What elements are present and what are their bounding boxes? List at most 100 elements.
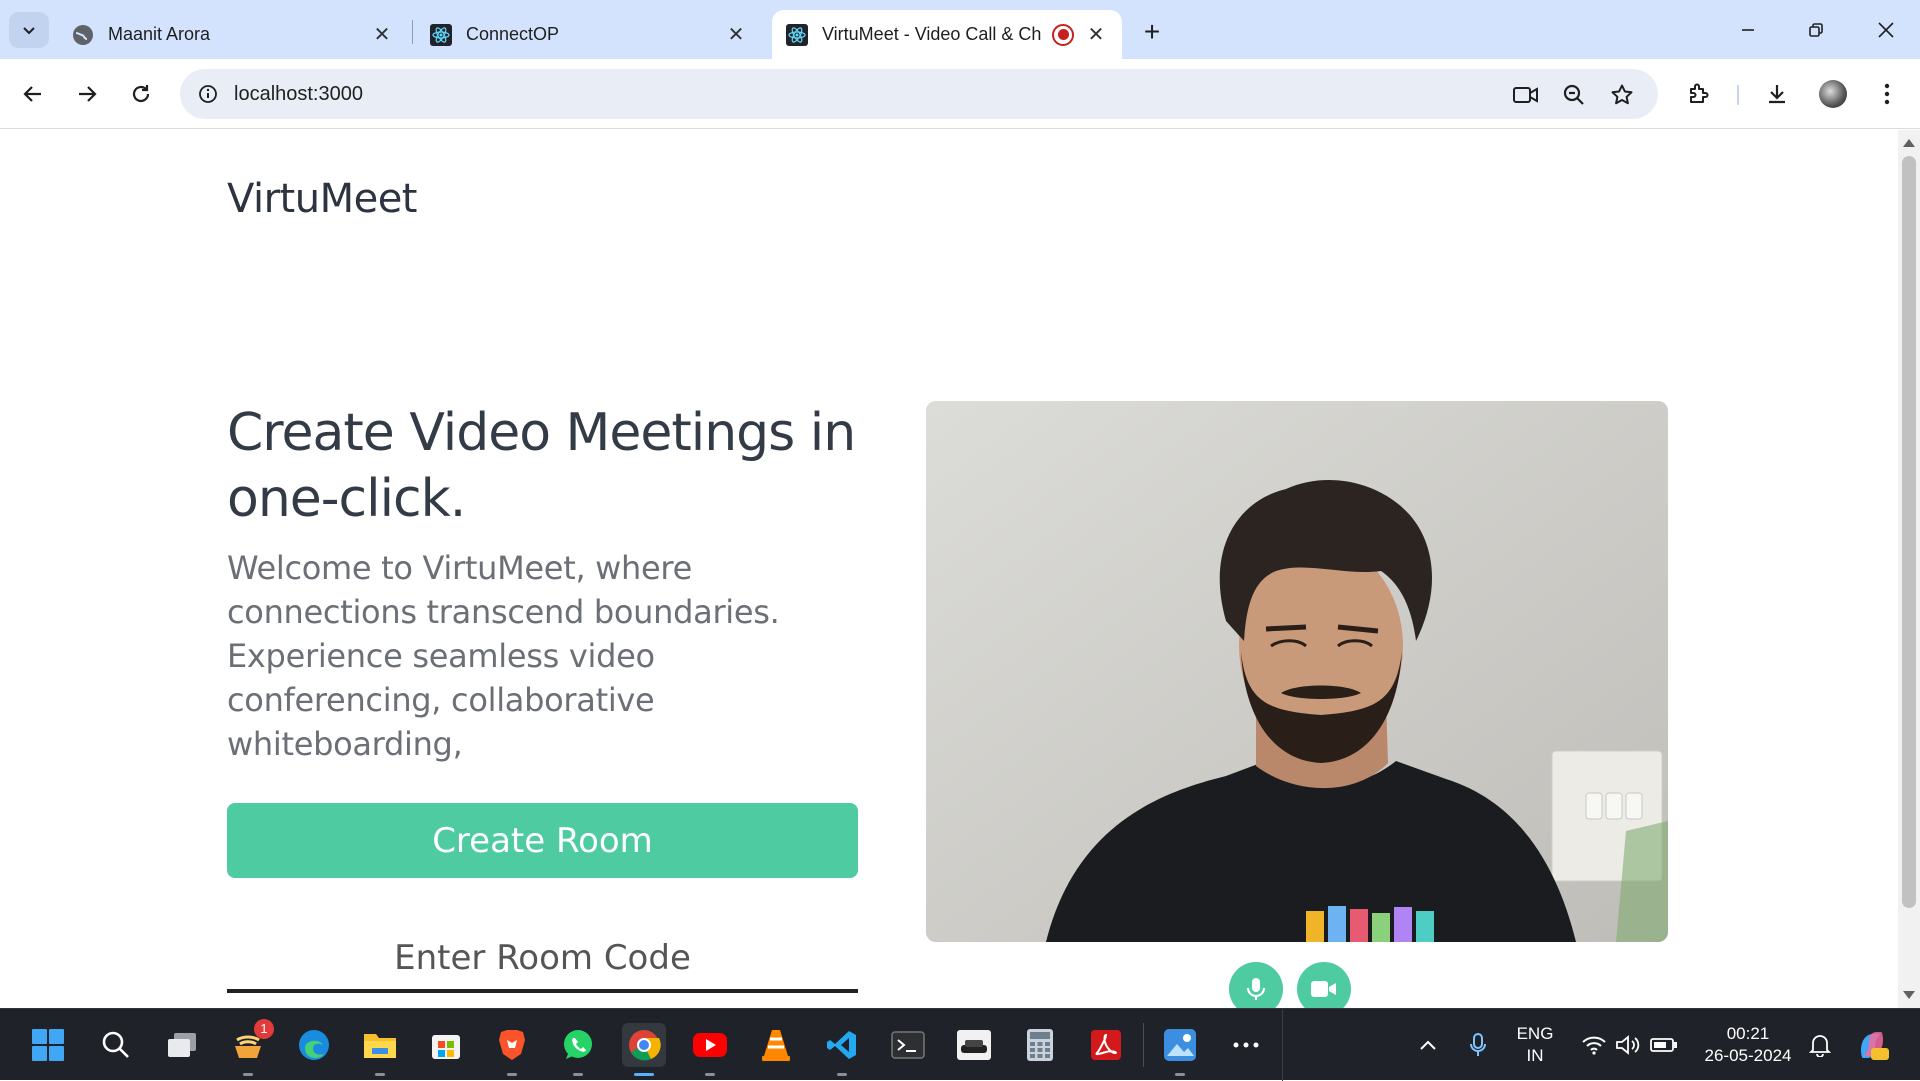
kebab-menu-icon [1884,83,1890,105]
camera-toggle-button[interactable] [1297,962,1351,1008]
browser-menu-button[interactable] [1868,75,1906,113]
wifi-icon[interactable] [1576,1023,1612,1067]
language-code: ENG [1516,1024,1554,1043]
downloads-button[interactable] [1758,75,1796,113]
cloud-app-icon[interactable]: 1 [226,1019,274,1076]
more-icon[interactable] [1224,1023,1268,1067]
recording-icon [1052,23,1074,46]
whatsapp-icon[interactable] [556,1023,600,1076]
extensions-button[interactable] [1680,75,1718,113]
tab-title: VirtuMeet - Video Call & Ch [822,24,1042,44]
chrome-icon[interactable] [622,1023,666,1076]
acrobat-icon[interactable] [1084,1023,1128,1067]
puzzle-icon [1690,83,1709,103]
restore-icon [1809,23,1823,37]
tab-virtumeet[interactable]: VirtuMeet - Video Call & Ch ✕ [772,10,1122,59]
tab-maanit-arora[interactable]: Maanit Arora ✕ [58,10,408,59]
show-hidden-icons-chevron-up-icon[interactable] [1408,1023,1448,1067]
running-indicator [705,1073,715,1076]
zoom-icon[interactable] [1560,81,1588,109]
minimize-button[interactable] [1720,8,1776,52]
url-input[interactable] [234,77,1134,111]
browser-toolbar [0,59,1920,129]
scroll-down-arrow-icon[interactable] [1903,991,1915,999]
restore-button[interactable] [1788,8,1844,52]
arrow-right-icon [79,86,97,102]
time: 00:21 [1726,1024,1770,1043]
back-button[interactable] [14,75,52,113]
running-indicator [1175,1073,1185,1076]
notification-badge: 1 [254,1019,274,1039]
close-tab-icon[interactable]: ✕ [724,23,748,47]
close-tab-icon[interactable]: ✕ [370,23,394,47]
tab-divider [412,20,413,44]
forward-button[interactable] [68,75,106,113]
brave-icon[interactable] [490,1023,534,1076]
edge-icon[interactable] [292,1023,336,1067]
video-camera-icon [1311,981,1336,997]
photos-icon[interactable] [1158,1023,1202,1076]
windows-taskbar: 1 ENG IN 00:21 26-05-2024 [0,1008,1920,1081]
running-indicator [837,1073,847,1076]
address-bar[interactable] [180,69,1658,119]
notification-bell-icon[interactable] [1802,1023,1838,1067]
close-tab-icon[interactable]: ✕ [1084,23,1108,47]
microphone-tray-icon[interactable] [1458,1023,1498,1067]
running-indicator [375,1073,385,1076]
globe-icon [72,24,94,46]
minimize-icon [1742,29,1754,31]
page-scrollbar[interactable] [1898,130,1920,1008]
start-icon[interactable] [26,1023,70,1067]
running-indicator [507,1073,517,1076]
site-info-icon[interactable] [194,80,222,108]
game-app-icon[interactable] [952,1023,996,1067]
calculator-icon[interactable] [1018,1023,1062,1067]
youtube-icon[interactable] [688,1023,732,1076]
bookmark-star-icon[interactable] [1608,81,1636,109]
file-explorer-icon[interactable] [358,1023,402,1076]
room-code-input[interactable] [227,927,858,993]
volume-icon[interactable] [1610,1023,1646,1067]
tab-strip: Maanit Arora ✕ ConnectOP ✕ VirtuMeet - V… [0,0,1920,59]
tab-title: ConnectOP [466,24,560,44]
reload-button[interactable] [122,75,160,113]
close-window-button[interactable] [1858,8,1914,52]
battery-icon[interactable] [1646,1023,1682,1067]
running-indicator [243,1073,253,1076]
create-room-button[interactable]: Create Room [227,803,858,878]
tab-connectop[interactable]: ConnectOP ✕ [416,10,762,59]
user-video-frame [926,401,1668,942]
page-viewport: VirtuMeet Create Video Meetings in one-c… [0,130,1898,1008]
scroll-up-arrow-icon[interactable] [1903,139,1915,147]
language-indicator[interactable]: ENG IN [1510,1023,1560,1067]
avatar [1819,80,1847,108]
arrow-left-icon [23,86,41,102]
tab-search-button[interactable] [9,12,49,48]
video-preview [926,401,1668,942]
clock[interactable]: 00:21 26-05-2024 [1694,1023,1802,1067]
search-icon[interactable] [94,1023,138,1067]
running-indicator [573,1073,583,1076]
store-icon[interactable] [424,1023,468,1067]
close-icon [1878,22,1894,38]
microphone-toggle-button[interactable] [1229,962,1283,1008]
taskbar-divider [1143,1023,1144,1067]
toolbar-divider [1737,85,1739,105]
tab-title: Maanit Arora [108,24,211,44]
task-view-icon[interactable] [160,1023,204,1067]
terminal-icon[interactable] [886,1023,930,1067]
vlc-icon[interactable] [754,1023,798,1067]
react-icon [430,23,452,46]
new-tab-button[interactable]: + [1134,14,1170,50]
reload-icon [132,85,150,103]
region-code: IN [1526,1046,1544,1065]
vscode-icon[interactable] [820,1023,864,1076]
copilot-icon[interactable] [1850,1023,1894,1067]
react-icon [786,23,808,46]
chevron-down-icon [23,27,35,35]
scrollbar-thumb[interactable] [1902,156,1916,908]
brand-logo-text[interactable]: VirtuMeet [227,176,418,222]
download-icon [1769,85,1785,104]
camera-in-use-icon[interactable] [1512,81,1540,109]
profile-button[interactable] [1814,75,1852,113]
